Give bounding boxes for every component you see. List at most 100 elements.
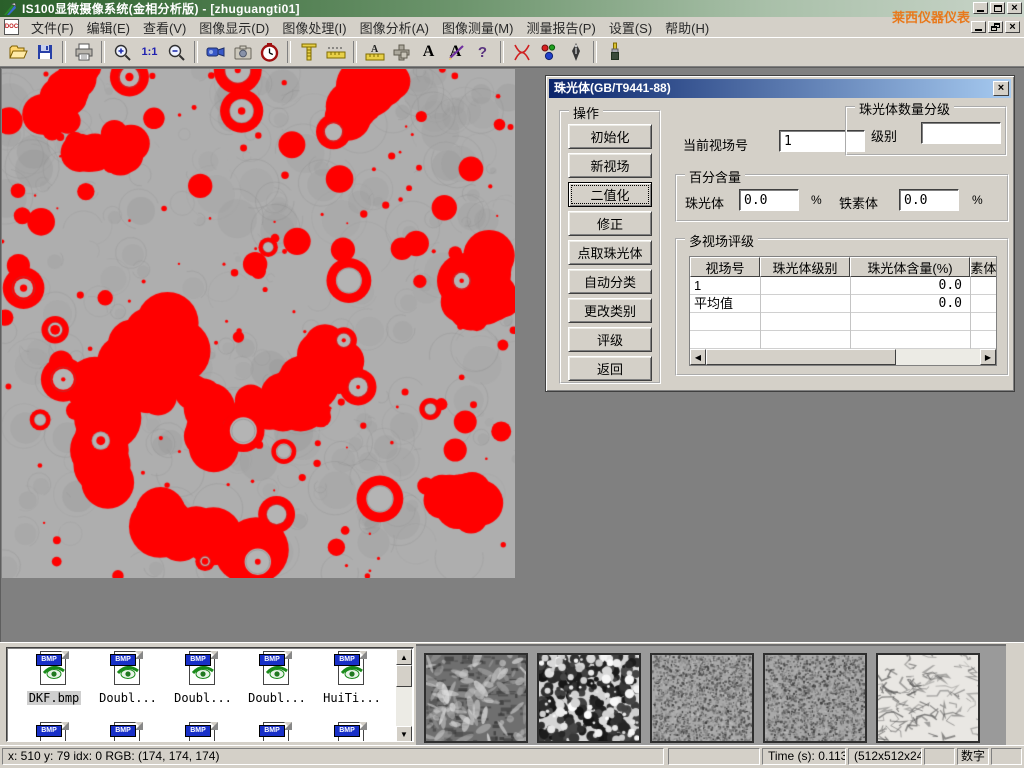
timer-button[interactable] [256,40,283,65]
file-item[interactable]: BMP HuiTi... [315,651,389,705]
dialog-title-bar[interactable]: 珠光体(GB/T9441-88) × [549,79,1011,98]
mdi-restore-button[interactable] [988,21,1003,33]
file-item-partial[interactable]: BMP [91,722,165,742]
correct-button[interactable]: 修正 [568,211,652,236]
thumbnail-canvas [878,655,978,741]
help-button[interactable]: ? [469,40,496,65]
status-empty-panel [924,748,955,765]
pen-tool-button[interactable] [562,40,589,65]
menu-item-image-analysis[interactable]: 图像分析(A) [355,16,434,39]
file-item[interactable]: BMP Doubl... [91,651,165,705]
close-icon: × [1011,3,1017,13]
measure-label-button[interactable]: A [361,40,388,65]
menu-item-image-measure[interactable]: 图像测量(M) [437,16,519,39]
mdi-close-button[interactable]: × [1005,21,1020,33]
minimize-button[interactable] [973,2,988,14]
open-file-button[interactable] [4,40,31,65]
close-button[interactable]: × [1007,2,1022,14]
table-row-empty [690,313,996,331]
scroll-up-button[interactable]: ▲ [396,649,412,665]
mdi-minimize-button[interactable] [971,21,986,33]
scrollbar-thumb[interactable] [396,665,412,687]
ruler-measure-button[interactable] [322,40,349,65]
menu-item-settings[interactable]: 设置(S) [604,16,657,39]
thumbnail-item[interactable] [763,653,867,743]
close-icon: × [998,79,1004,98]
column-header-ferrite[interactable]: 铁素体含量(%) [970,257,997,277]
camera-icon [233,44,253,61]
scrollbar-thumb[interactable] [706,349,896,365]
menu-item-help[interactable]: 帮助(H) [660,16,714,39]
text-tool-button[interactable]: A [415,40,442,65]
menu-item-measure-report[interactable]: 测量报告(P) [521,16,600,39]
annotate-tool-button[interactable]: A [442,40,469,65]
rate-button[interactable]: 评级 [568,327,652,352]
caliper-icon [300,42,318,62]
table-row[interactable]: 1 0.0 [690,277,996,295]
menu-item-image-processing[interactable]: 图像处理(I) [277,16,351,39]
video-capture-button[interactable] [202,40,229,65]
file-item-partial[interactable]: BMP [240,722,314,742]
table-horizontal-scrollbar[interactable]: ◀ ▶ [690,349,996,365]
snapshot-button[interactable] [229,40,256,65]
scrollbar-track[interactable] [896,349,980,365]
column-header-pearlite[interactable]: 珠光体含量(%) [850,257,970,277]
scroll-down-button[interactable]: ▼ [396,726,412,742]
binarize-button[interactable]: 二值化 [568,182,652,207]
particle-analysis-button[interactable] [535,40,562,65]
zoom-out-button[interactable] [163,40,190,65]
file-item-partial[interactable]: BMP [315,722,389,742]
micrograph-canvas[interactable] [2,69,515,578]
pick-pearlite-button[interactable]: 点取珠光体 [568,240,652,265]
thumbnail-item[interactable] [537,653,641,743]
text-icon: A [423,43,435,61]
column-header-grade[interactable]: 珠光体级别 [760,257,850,277]
document-icon[interactable]: DOC [4,19,19,35]
file-item[interactable]: BMP DKF.bmp [17,651,91,705]
file-name: Doubl... [240,691,314,705]
print-button[interactable] [70,40,97,65]
grid-tool-button[interactable] [388,40,415,65]
menu-item-file[interactable]: 文件(F) [26,16,79,39]
level-input[interactable] [921,122,1001,144]
operations-group: 操作 初始化 新视场 二值化 修正 点取珠光体 自动分类 更改类别 评级 返回 [559,110,661,384]
table-row[interactable]: 平均值 0.0 [690,295,996,313]
save-button[interactable] [31,40,58,65]
separator [101,41,105,63]
file-item-partial[interactable]: BMP [166,722,240,742]
thumbnail-item[interactable] [876,653,980,743]
thumbnail-item[interactable] [424,653,528,743]
ferrite-percent-input[interactable] [899,189,959,211]
menu-item-edit[interactable]: 编辑(E) [82,16,135,39]
thumbnail-item[interactable] [650,653,754,743]
column-header-field[interactable]: 视场号 [690,257,760,277]
return-button[interactable]: 返回 [568,356,652,381]
new-field-button[interactable]: 新视场 [568,153,652,178]
cell-field: 1 [690,277,760,294]
column-divider [850,277,851,349]
operations-group-label: 操作 [569,103,603,122]
initialize-button[interactable]: 初始化 [568,124,652,149]
scroll-left-button[interactable]: ◀ [690,349,706,365]
zoom-in-button[interactable] [109,40,136,65]
caliper-measure-button[interactable] [295,40,322,65]
change-class-button[interactable]: 更改类别 [568,298,652,323]
brush-tool-button[interactable] [601,40,628,65]
menu-item-view[interactable]: 查看(V) [138,16,191,39]
auto-classify-button[interactable]: 自动分类 [568,269,652,294]
scroll-right-button[interactable]: ▶ [980,349,996,365]
application-window: { "window": { "title": "IS100显微摄像系统(金相分析… [0,0,1024,768]
column-divider [760,277,761,349]
video-camera-icon [206,44,226,60]
maximize-button[interactable] [990,2,1005,14]
pearlite-percent-input[interactable] [739,189,799,211]
dialog-close-button[interactable]: × [993,81,1009,96]
file-item[interactable]: BMP Doubl... [240,651,314,705]
file-item[interactable]: BMP Doubl... [166,651,240,705]
menu-item-image-display[interactable]: 图像显示(D) [194,16,274,39]
file-browser-scrollbar[interactable]: ▲ ▼ [396,649,412,742]
file-item-partial[interactable]: BMP [17,722,91,742]
actual-size-button[interactable]: 1:1 [136,40,163,65]
curve-tool-button[interactable] [508,40,535,65]
help-icon: ? [478,44,487,61]
